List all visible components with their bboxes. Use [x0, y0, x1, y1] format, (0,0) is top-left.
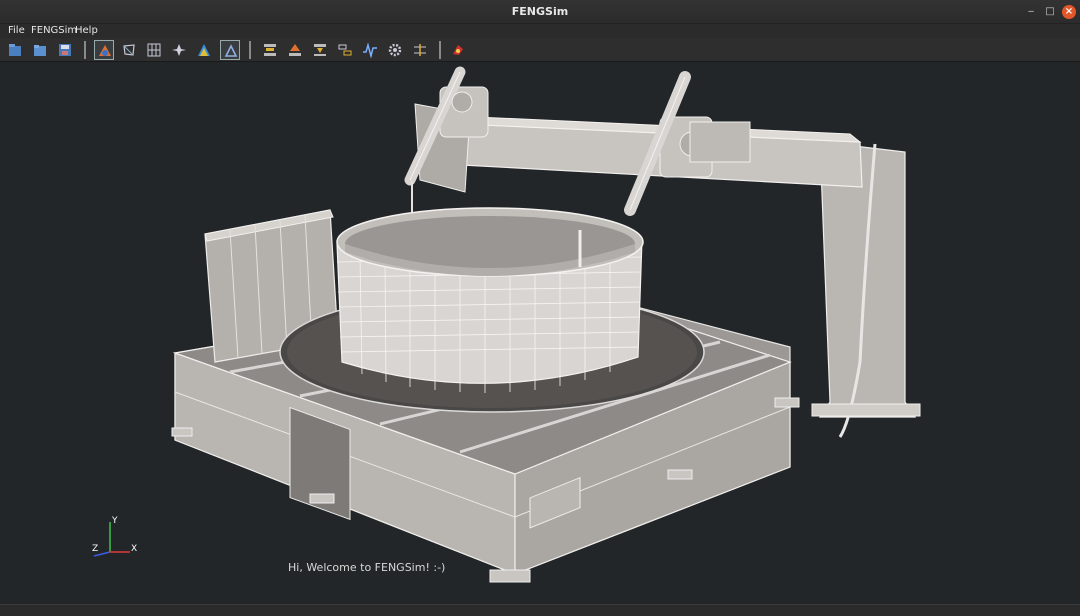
layer-slice-button[interactable] — [285, 40, 305, 60]
minimize-button[interactable]: ‒ — [1024, 5, 1038, 19]
measurement-icon — [338, 44, 352, 56]
save-icon — [59, 44, 71, 56]
solver-icon — [172, 44, 186, 56]
additive-manufacturing-button[interactable] — [260, 40, 280, 60]
tolerance-icon — [414, 44, 426, 56]
toolbar — [0, 38, 1080, 62]
save-button[interactable] — [55, 40, 75, 60]
path-planning-button[interactable] — [310, 40, 330, 60]
signal-button[interactable] — [360, 40, 380, 60]
open-folder-button[interactable] — [30, 40, 50, 60]
3d-viewport[interactable]: Y X Z Hi, Welcome to FENGSim! :-) — [0, 62, 1080, 604]
robot-button[interactable] — [448, 40, 468, 60]
welcome-message: Hi, Welcome to FENGSim! :-) — [288, 561, 446, 574]
maximize-button[interactable]: □ — [1043, 5, 1057, 19]
new-project-button[interactable] — [5, 40, 25, 60]
axis-triad: Y X Z — [92, 516, 137, 557]
toolbar-separator — [439, 41, 441, 59]
tolerance-button[interactable] — [410, 40, 430, 60]
x-axis-label: X — [131, 544, 137, 554]
signal-icon — [363, 42, 377, 58]
cylinder-drum — [336, 207, 644, 393]
y-axis-label: Y — [111, 516, 118, 526]
mesh-module-icon — [123, 44, 135, 56]
settings-button[interactable] — [385, 40, 405, 60]
menu-file[interactable]: File — [8, 25, 25, 36]
additive-manufacturing-icon — [264, 44, 276, 56]
mesh-module-button[interactable] — [119, 40, 139, 60]
open-folder-icon — [34, 45, 46, 56]
new-project-icon — [9, 44, 21, 56]
3d-scene — [171, 66, 921, 583]
menu-fengsim[interactable]: FENGSim — [31, 25, 77, 36]
toolbar-separator — [84, 41, 86, 59]
settings-icon — [388, 43, 402, 57]
mesh-grid-icon — [147, 43, 161, 57]
z-axis-label: Z — [92, 544, 98, 554]
measurement-button[interactable] — [335, 40, 355, 60]
menu-bar: File FENGSim Help — [0, 24, 1080, 38]
geometry-module-icon — [99, 45, 111, 56]
geometry-module-button[interactable] — [94, 40, 114, 60]
menu-help[interactable]: Help — [75, 25, 98, 36]
annotation-icon — [224, 44, 238, 57]
toolbar-separator — [249, 41, 251, 59]
status-bar — [0, 604, 1080, 616]
annotation-button[interactable] — [220, 40, 240, 60]
visualization-icon — [198, 44, 210, 56]
robot-icon — [453, 45, 463, 55]
solver-button[interactable] — [169, 40, 189, 60]
path-planning-icon — [314, 44, 326, 56]
close-button[interactable]: × — [1062, 5, 1076, 19]
mesh-grid-button[interactable] — [144, 40, 164, 60]
layer-slice-icon — [289, 44, 301, 56]
title-bar: FENGSim ‒ □ × — [0, 0, 1080, 24]
visualization-button[interactable] — [194, 40, 214, 60]
window-title: FENGSim — [511, 5, 569, 18]
